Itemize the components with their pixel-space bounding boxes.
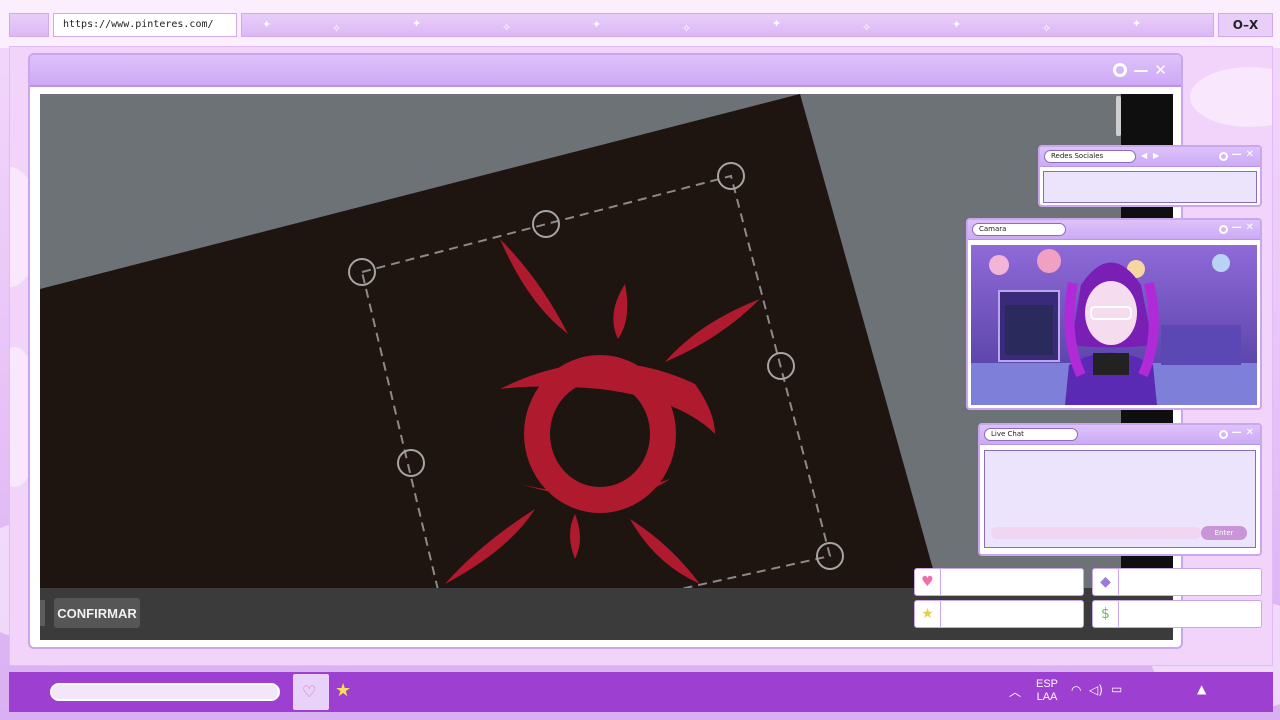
sparkle-icon: ✧	[332, 22, 342, 35]
chat-input[interactable]	[991, 527, 1201, 539]
heart-icon: ♡	[302, 682, 317, 701]
taskbar-search[interactable]	[50, 683, 280, 701]
chat-send-button[interactable]: Enter	[1201, 526, 1247, 540]
main-window-controls: — ✕	[1113, 61, 1167, 79]
tab-strip: ✦ ✧ ✦ ✧ ✦ ✧ ✦ ✧ ✦ ✧ ✦	[241, 13, 1214, 37]
minimize-icon[interactable]: —	[1232, 427, 1242, 439]
live-chat-window: Live Chat — ✕ Enter	[978, 423, 1262, 556]
circle-button-icon[interactable]	[1218, 152, 1228, 161]
cloud-decoration	[1190, 67, 1272, 127]
social-tile-heart[interactable]: ♥	[914, 568, 1084, 596]
language-indicator[interactable]: ESP LAA	[1035, 678, 1059, 704]
camera-window: Camara — ✕	[966, 218, 1262, 410]
wifi-icon[interactable]: ◠	[1071, 683, 1081, 697]
star-icon[interactable]: ★	[335, 680, 351, 701]
camera-feed	[971, 245, 1257, 405]
close-icon[interactable]: ✕	[1246, 427, 1254, 439]
sparkle-icon: ✦	[592, 18, 602, 31]
close-icon[interactable]: ✕	[1154, 61, 1167, 79]
circle-button-icon[interactable]	[1113, 63, 1128, 77]
close-icon[interactable]: ✕	[1246, 149, 1254, 161]
volume-icon[interactable]: ◁)	[1089, 683, 1103, 697]
social-window: Redes Sociales ◀ ▶ — ✕	[1038, 145, 1262, 207]
social-window-title-bar[interactable]: Redes Sociales ◀ ▶ — ✕	[1040, 147, 1260, 167]
live-chat-controls: — ✕	[1218, 427, 1254, 439]
sparkle-icon: ✧	[502, 21, 512, 34]
minimize-icon[interactable]: —	[1232, 222, 1242, 234]
main-window-title-bar[interactable]: — ✕	[30, 55, 1181, 87]
sparkle-icon: ✧	[682, 22, 692, 35]
close-icon[interactable]: ✕	[1246, 222, 1254, 234]
taskbar: ♡ ★ ︿ ESP LAA ◠ ◁) ▭ ▲	[9, 672, 1273, 712]
social-window-controls: — ✕	[1218, 149, 1254, 161]
social-tile-money[interactable]: $	[1092, 600, 1262, 628]
arrow-left-icon[interactable]: ◀	[1141, 151, 1147, 160]
address-bar[interactable]: https://www.pinteres.com/	[53, 13, 237, 37]
chat-messages-area: Enter	[984, 450, 1256, 548]
arrow-right-icon[interactable]: ▶	[1153, 151, 1159, 160]
social-tile-star[interactable]: ★	[914, 600, 1084, 628]
diamond-icon: ◆	[1093, 569, 1119, 595]
browser-top-bar: https://www.pinteres.com/ ✦ ✧ ✦ ✧ ✦ ✧ ✦ …	[0, 0, 1280, 48]
sparkle-icon: ✦	[952, 18, 962, 31]
live-chat-title-bar[interactable]: Live Chat — ✕	[980, 425, 1260, 445]
notification-icon[interactable]: ▲	[1197, 682, 1206, 696]
sparkle-icon: ✦	[262, 18, 272, 31]
sparkle-icon: ✧	[1042, 22, 1052, 35]
circle-button-icon[interactable]	[1218, 430, 1228, 439]
social-tile-diamond[interactable]: ◆	[1092, 568, 1262, 596]
camera-window-controls: — ✕	[1218, 222, 1254, 234]
live-chat-title: Live Chat	[984, 428, 1078, 441]
circle-button-icon[interactable]	[1218, 225, 1228, 234]
money-icon: $	[1093, 601, 1119, 627]
sparkle-icon: ✧	[862, 21, 872, 34]
chevron-up-icon[interactable]: ︿	[1009, 683, 1021, 700]
sparkle-icon: ✦	[1132, 17, 1142, 30]
camera-window-title-bar[interactable]: Camara — ✕	[968, 220, 1260, 240]
left-nub	[40, 600, 45, 626]
minimize-icon[interactable]: —	[1133, 61, 1148, 79]
star-icon: ★	[915, 601, 941, 627]
browser-segment	[9, 13, 49, 37]
heart-icon: ♥	[915, 569, 941, 595]
sparkle-icon: ✦	[772, 17, 782, 30]
language-secondary: LAA	[1036, 691, 1058, 703]
language-primary: ESP	[1035, 678, 1058, 690]
browser-window-controls[interactable]: O–X	[1218, 13, 1273, 37]
confirm-button[interactable]: CONFIRMAR	[54, 598, 140, 628]
sparkle-icon: ✦	[412, 17, 422, 30]
battery-icon[interactable]: ▭	[1111, 682, 1122, 696]
social-content	[1043, 171, 1257, 203]
dark-panel	[40, 94, 940, 594]
taskbar-app-heart[interactable]: ♡	[293, 674, 329, 710]
minimize-icon[interactable]: —	[1232, 149, 1242, 161]
camera-window-title: Camara	[972, 223, 1066, 236]
social-window-title: Redes Sociales	[1044, 150, 1136, 163]
